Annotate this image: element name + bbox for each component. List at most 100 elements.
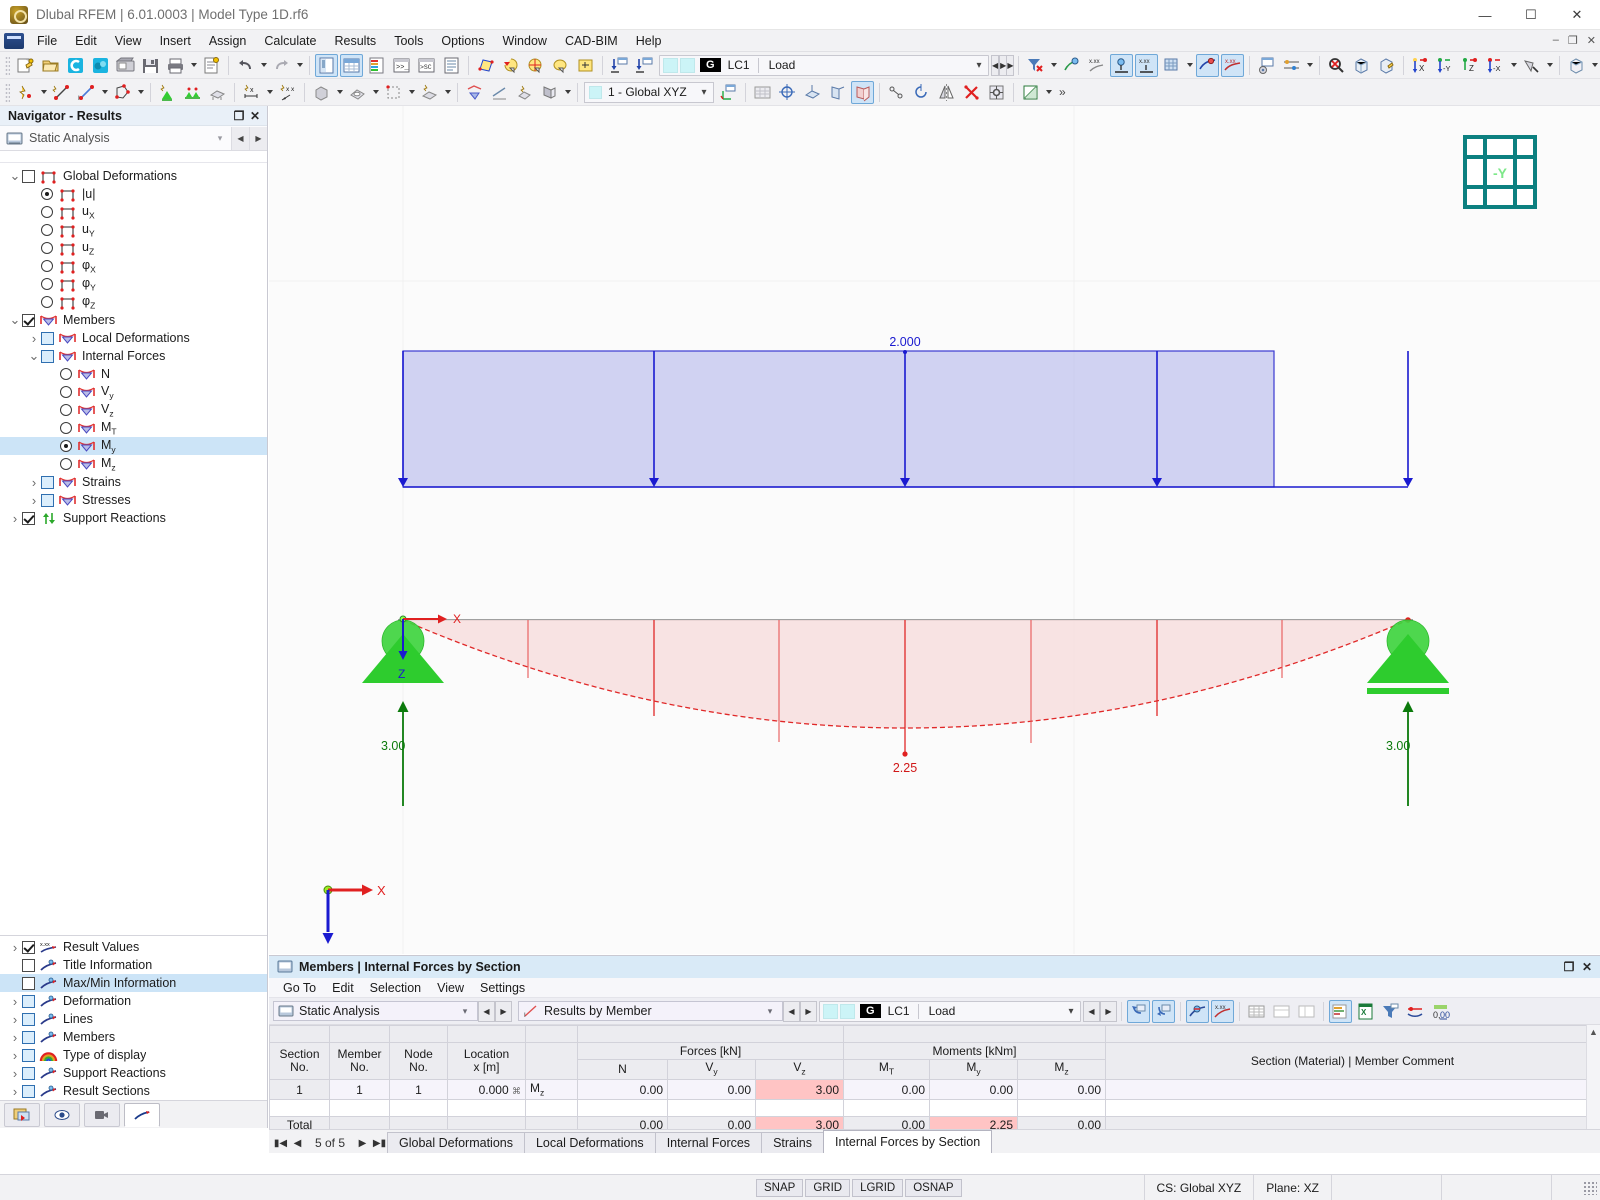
grid-results-caret[interactable] (1184, 54, 1195, 77)
table-lc-prev-button[interactable]: ◀ (1083, 1001, 1100, 1022)
tree-item-result-sections[interactable]: ›Result Sections (0, 1082, 267, 1100)
results-info-icon[interactable] (1060, 54, 1083, 77)
tree-radio[interactable] (60, 422, 72, 434)
member-hinge-icon[interactable] (463, 81, 486, 104)
table-analysis-combo[interactable]: Static Analysis ▾ (273, 1001, 478, 1021)
tree-checkbox[interactable] (22, 1067, 35, 1080)
tree-checkbox[interactable] (22, 977, 35, 990)
menu-results[interactable]: Results (326, 32, 386, 50)
plane-xy-icon[interactable] (801, 81, 824, 104)
support-reaction-display-icon[interactable] (1110, 54, 1133, 77)
tree-radio[interactable] (60, 386, 72, 398)
import-results-icon[interactable] (608, 54, 631, 77)
chevron-right-icon[interactable]: › (27, 475, 41, 490)
line-release-icon[interactable] (488, 81, 511, 104)
new-surface-icon[interactable] (111, 81, 134, 104)
tree-item-v[interactable]: Vy (0, 383, 267, 401)
tree-item-max-min-information[interactable]: Max/Min Information (0, 974, 267, 992)
tree-item--[interactable]: φZ (0, 293, 267, 311)
tree-item-m[interactable]: MT (0, 419, 267, 437)
analysis-chevron-down-icon[interactable]: ▾ (209, 133, 231, 144)
chevron-right-icon[interactable]: › (8, 940, 22, 955)
col-section-no[interactable]: SectionNo. (270, 1043, 330, 1080)
table-view-all-icon[interactable] (1245, 1000, 1268, 1023)
menu-help[interactable]: Help (627, 32, 671, 50)
new-surface-support-icon[interactable] (206, 81, 229, 104)
tree-item-support-reactions[interactable]: ›Support Reactions (0, 509, 267, 527)
resize-grip[interactable] (1583, 1181, 1597, 1195)
menu-assign[interactable]: Assign (200, 32, 256, 50)
visibility-icon[interactable] (1520, 54, 1543, 77)
plane-xz-icon[interactable] (851, 81, 874, 104)
tree-radio[interactable] (41, 296, 53, 308)
tree-item-global-deformations[interactable]: ⌄Global Deformations (0, 167, 267, 185)
new-member-icon[interactable]: I (75, 81, 98, 104)
diagram-values-icon[interactable]: x.xx (1221, 54, 1244, 77)
tree-radio[interactable] (41, 278, 53, 290)
print-icon[interactable] (164, 54, 187, 77)
new-line-icon[interactable] (50, 81, 73, 104)
tree-checkbox[interactable] (22, 1049, 35, 1062)
tree-checkbox[interactable] (22, 1013, 35, 1026)
table-load-case-combo[interactable]: G LC1 Load ▾ (819, 1001, 1081, 1022)
tree-item-deformation[interactable]: ›Deformation (0, 992, 267, 1010)
new-surface-caret[interactable] (135, 81, 146, 104)
new-nodal-support-icon[interactable] (156, 81, 179, 104)
status-lgrid-button[interactable]: LGRID (852, 1179, 903, 1197)
col-node-no[interactable]: NodeNo. (390, 1043, 448, 1080)
tab-local-deformations[interactable]: Local Deformations (524, 1132, 656, 1153)
load-case-more-button[interactable]: ▶ (1007, 55, 1014, 76)
tree-checkbox[interactable] (22, 1031, 35, 1044)
table-analysis-next-button[interactable]: ▶ (495, 1001, 512, 1022)
new-member-caret[interactable] (99, 81, 110, 104)
coordinate-system-combo[interactable]: 1 - Global XYZ ▾ (584, 82, 714, 103)
results-chart-caret[interactable] (1043, 81, 1054, 104)
tree-checkbox[interactable] (22, 314, 35, 327)
tree-item--[interactable]: φY (0, 275, 267, 293)
load-case-chevron-down-icon[interactable]: ▾ (970, 60, 988, 71)
table-undo-icon[interactable] (1127, 1000, 1150, 1023)
minimize-button[interactable]: — (1462, 0, 1508, 30)
diagram-display-icon[interactable] (1196, 54, 1219, 77)
col-vy[interactable]: Vy (668, 1060, 756, 1080)
zoom-all-icon[interactable] (1350, 54, 1373, 77)
select-box-icon[interactable] (574, 54, 597, 77)
close-button[interactable]: ✕ (1554, 0, 1600, 30)
tree-checkbox[interactable] (22, 1085, 35, 1098)
navigator-tab-views[interactable] (84, 1103, 120, 1127)
solid-object-caret[interactable] (334, 81, 345, 104)
table-panel-close-button[interactable]: ✕ (1578, 960, 1596, 974)
table-show-values-icon[interactable]: x.xx (1211, 1000, 1234, 1023)
clear-filter-icon[interactable] (1024, 54, 1047, 77)
tree-checkbox[interactable] (41, 476, 54, 489)
col-my[interactable]: My (930, 1060, 1018, 1080)
toolbar-grip-2[interactable] (5, 83, 10, 102)
tree-item-members[interactable]: ›Members (0, 1028, 267, 1046)
chevron-right-icon[interactable]: › (27, 493, 41, 508)
status-grid-button[interactable]: GRID (805, 1179, 850, 1197)
result-values-icon[interactable]: x.xx (1085, 54, 1108, 77)
delete-icon[interactable] (960, 81, 983, 104)
select-rotate-icon[interactable] (499, 54, 522, 77)
results-chart-icon[interactable] (1019, 81, 1042, 104)
rigid-link-icon[interactable] (382, 81, 405, 104)
opening-caret[interactable] (370, 81, 381, 104)
tab-global-deformations[interactable]: Global Deformations (387, 1132, 525, 1153)
tree-checkbox[interactable] (41, 494, 54, 507)
surface-select-icon[interactable] (474, 54, 497, 77)
tree-item-m[interactable]: My (0, 437, 267, 455)
render-mode-icon[interactable] (1375, 54, 1398, 77)
mdi-minimize-button[interactable]: – (1553, 34, 1559, 47)
tree-item-title-information[interactable]: Title Information (0, 956, 267, 974)
analysis-next-button[interactable]: ▶ (249, 127, 267, 150)
tree-item-type-of-display[interactable]: ›Type of display (0, 1046, 267, 1064)
table-show-diagram-icon[interactable] (1186, 1000, 1209, 1023)
table-menu-view[interactable]: View (429, 980, 472, 996)
table-results-next-button[interactable]: ▶ (800, 1001, 817, 1022)
mdi-restore-button[interactable]: ❐ (1568, 34, 1578, 47)
view-minus-x-icon[interactable]: -X (1484, 54, 1507, 77)
status-snap-button[interactable]: SNAP (756, 1179, 803, 1197)
table-menu-edit[interactable]: Edit (324, 980, 362, 996)
redo-icon[interactable] (270, 54, 293, 77)
tree-radio[interactable] (41, 188, 53, 200)
